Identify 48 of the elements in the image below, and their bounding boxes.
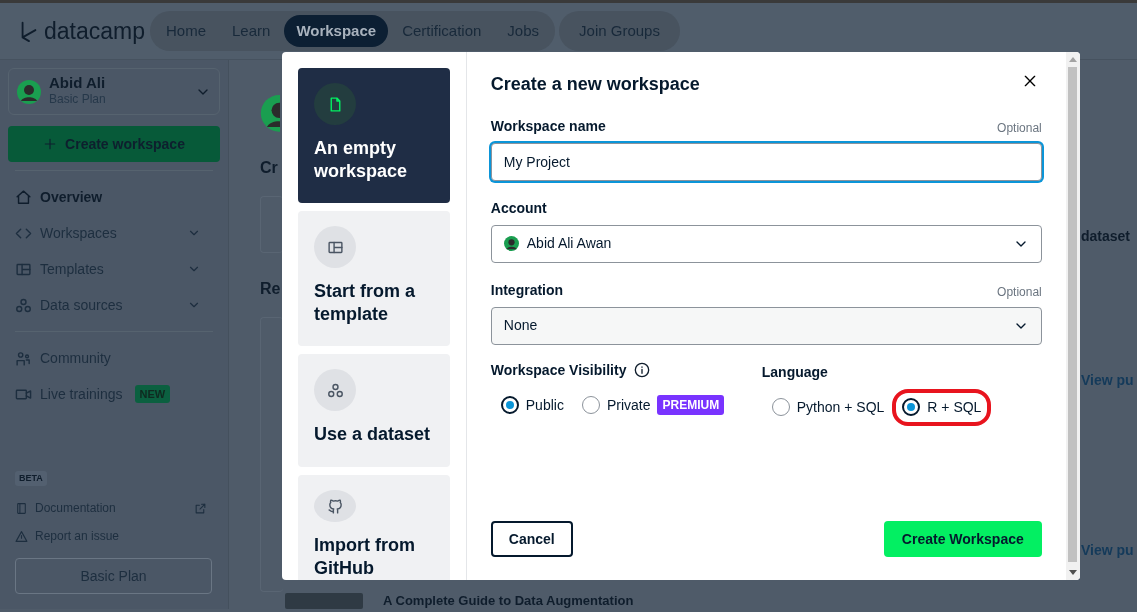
option-card[interactable]: An empty workspace: [298, 68, 450, 203]
nav-tab[interactable]: Workspace: [284, 14, 389, 48]
scroll-up-icon: [1068, 57, 1077, 62]
sidebar-item[interactable]: Overview: [8, 179, 220, 215]
field-label: Account: [490, 198, 547, 218]
home-icon: [15, 188, 32, 206]
warning-icon: [15, 529, 28, 543]
field-label: Integration: [490, 280, 564, 300]
plus-icon: [43, 137, 58, 151]
avatar-icon: [17, 79, 41, 104]
field-label: Workspace name: [490, 116, 606, 136]
option-card[interactable]: Start from a template: [298, 211, 450, 346]
beta-badge: BETA: [15, 470, 47, 486]
article-title: A Complete Guide to Data Augmentation: [383, 593, 634, 608]
optional-label: Optional: [997, 283, 1042, 301]
user-name: Abid Ali: [49, 75, 107, 90]
dialog-title: Create a new workspace: [490, 74, 700, 96]
people-icon: [15, 349, 32, 367]
input-field[interactable]: My Project: [490, 142, 1042, 181]
option-card[interactable]: Use a dataset: [298, 354, 450, 467]
nodes-icon: [326, 381, 344, 399]
premium-badge: PREMIUM: [657, 395, 725, 416]
github-icon: [326, 497, 344, 515]
cancel-button[interactable]: Cancel: [490, 521, 573, 557]
link-text[interactable]: View pu: [1081, 372, 1134, 388]
scrollbar[interactable]: [1065, 52, 1080, 580]
link-text[interactable]: View pu: [1081, 542, 1134, 558]
book-icon: [15, 501, 28, 515]
radio-option[interactable]: Public: [490, 386, 574, 424]
integration-select[interactable]: None: [490, 306, 1042, 345]
option-card[interactable]: Import from GitHub: [298, 475, 450, 580]
optional-label: Optional: [997, 119, 1042, 137]
create-workspace-button[interactable]: Create workspace: [8, 126, 220, 162]
section-heading: Cr: [260, 157, 279, 178]
logo-text: datacamp: [44, 16, 145, 46]
radio-option[interactable]: Python + SQL: [761, 388, 895, 426]
account-select[interactable]: Abid Ali Awan: [490, 224, 1042, 263]
radio-option[interactable]: R + SQL: [892, 388, 992, 426]
scroll-down-icon: [1068, 570, 1077, 575]
avatar-icon: [503, 236, 519, 252]
nodes-icon: [15, 296, 32, 314]
radio-option[interactable]: Private PREMIUM: [571, 386, 735, 424]
section-heading: Re: [260, 278, 282, 299]
field-label: Language: [761, 362, 828, 382]
field-label: Workspace Visibility: [490, 360, 627, 380]
info-icon: [634, 362, 651, 379]
create-workspace-button[interactable]: Create Workspace: [883, 521, 1042, 557]
card-title: dataset: [1081, 228, 1131, 244]
